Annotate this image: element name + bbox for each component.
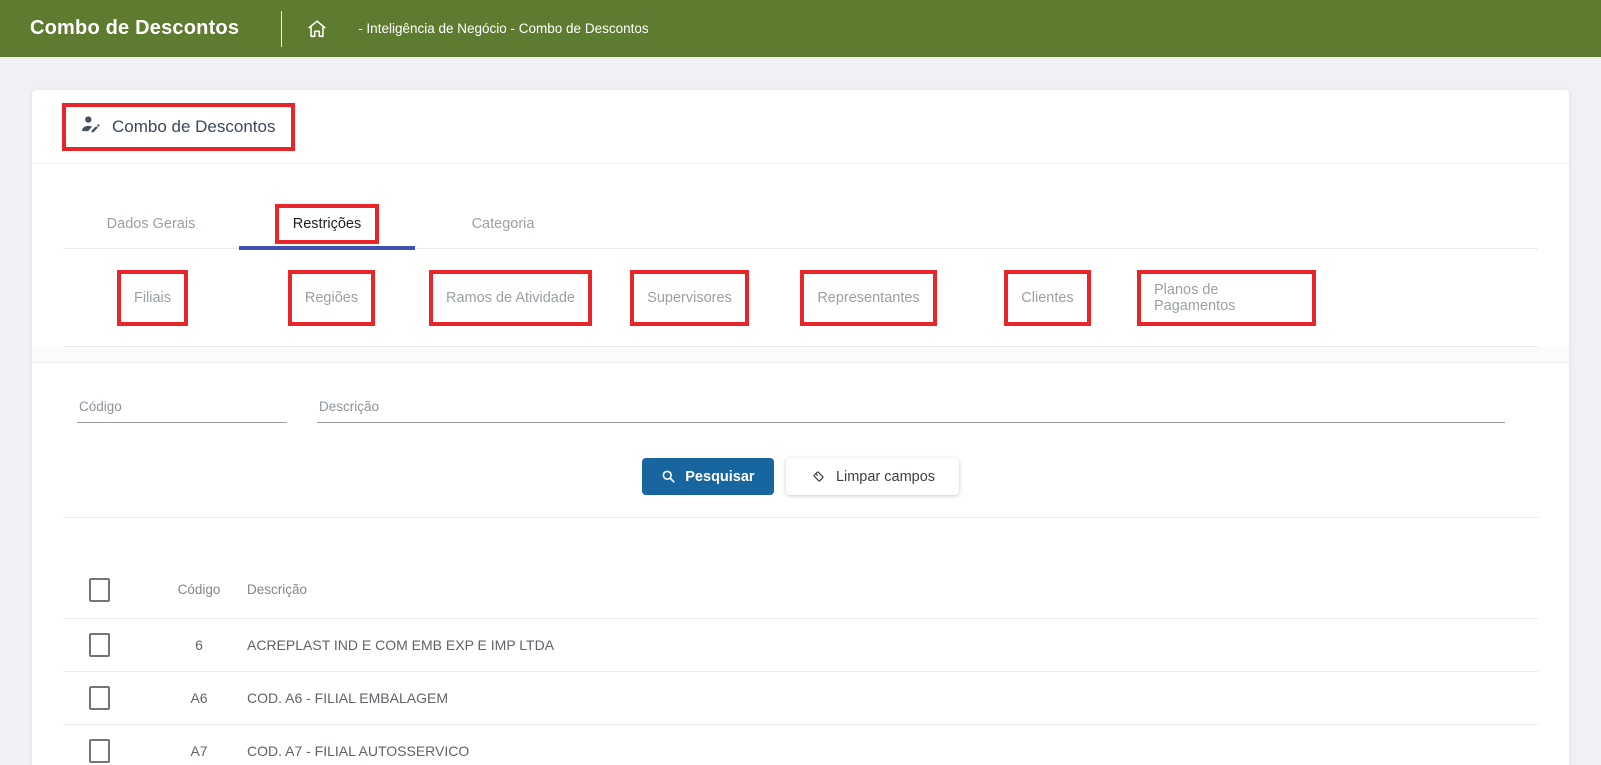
- subtab-label: Planos de Pagamentos: [1154, 282, 1236, 314]
- subtab-representantes[interactable]: Representantes: [779, 270, 958, 326]
- row-checkbox[interactable]: [89, 686, 110, 710]
- annotation-box-card-title: Combo de Descontos: [62, 103, 296, 151]
- subtab-filiais[interactable]: Filiais: [63, 270, 242, 326]
- eraser-icon: [810, 468, 827, 485]
- search-icon: [661, 469, 676, 484]
- row-descricao: ACREPLAST IND E COM EMB EXP E IMP LTDA: [247, 637, 555, 653]
- tab-label: Dados Gerais: [106, 216, 196, 232]
- subtab-planos-de-pagamentos[interactable]: Planos de Pagamentos: [1137, 270, 1316, 326]
- table-row[interactable]: 6 ACREPLAST IND E COM EMB EXP E IMP LTDA: [63, 618, 1538, 671]
- clear-fields-button-label: Limpar campos: [835, 468, 936, 485]
- search-button[interactable]: Pesquisar: [641, 458, 774, 495]
- clear-fields-button[interactable]: Limpar campos: [785, 458, 960, 495]
- tab-dados-gerais[interactable]: Dados Gerais: [63, 200, 239, 248]
- card-title: Combo de Descontos: [112, 117, 276, 136]
- breadcrumb: - Inteligência de Negócio - Combo de Des…: [358, 21, 649, 36]
- table-header-row: Código Descrição: [63, 561, 1538, 618]
- home-icon[interactable]: [306, 18, 328, 40]
- row-descricao: COD. A6 - FILIAL EMBALAGEM: [247, 690, 448, 706]
- tab-label: Categoria: [471, 216, 535, 232]
- tab-bar: Dados Gerais Restrições Categoria: [63, 200, 1538, 250]
- select-all-checkbox[interactable]: [89, 577, 110, 602]
- subtab-label: Clientes: [1021, 290, 1074, 306]
- header-divider: [281, 10, 283, 47]
- row-descricao: COD. A7 - FILIAL AUTOSSERVICO: [247, 743, 470, 759]
- annotation-box-clientes: Clientes: [1004, 270, 1091, 326]
- subtab-ramos-de-atividade[interactable]: Ramos de Atividade: [421, 270, 600, 326]
- card-header: Combo de Descontos: [32, 90, 1569, 164]
- descricao-field-wrap: [317, 393, 1505, 423]
- subtab-bar: Filiais Regiões Ramos de Atividade Super…: [63, 249, 1538, 347]
- table-row[interactable]: A7 COD. A7 - FILIAL AUTOSSERVICO: [63, 724, 1538, 765]
- annotation-box-tab-restricoes: Restrições: [274, 204, 380, 244]
- row-checkbox[interactable]: [89, 739, 110, 763]
- person-edit-icon: [80, 114, 101, 140]
- subtab-clientes[interactable]: Clientes: [958, 270, 1137, 326]
- annotation-box-representantes: Representantes: [800, 270, 937, 326]
- subtab-label: Ramos de Atividade: [446, 290, 575, 306]
- codigo-column-header: Código: [177, 582, 221, 597]
- subtab-label: Representantes: [817, 290, 920, 306]
- filter-section: [77, 393, 1522, 423]
- search-button-label: Pesquisar: [685, 468, 755, 485]
- codigo-field-wrap: [77, 393, 287, 423]
- annotation-box-planos: Planos de Pagamentos: [1137, 270, 1316, 326]
- row-codigo: 6: [195, 637, 203, 653]
- subtab-label: Regiões: [304, 290, 359, 306]
- section-divider: [63, 517, 1538, 518]
- results-table: Código Descrição 6 ACREPLAST IND E COM E…: [63, 561, 1538, 765]
- tab-categoria[interactable]: Categoria: [415, 200, 591, 248]
- app-header: Combo de Descontos - Inteligência de Neg…: [0, 0, 1601, 57]
- active-tab-indicator: [239, 246, 415, 250]
- codigo-input[interactable]: [77, 393, 287, 423]
- annotation-box-regioes: Regiões: [287, 270, 376, 326]
- button-row: Pesquisar Limpar campos: [63, 458, 1538, 495]
- annotation-box-ramos: Ramos de Atividade: [429, 270, 592, 326]
- row-checkbox[interactable]: [89, 633, 110, 657]
- subtab-label: Filiais: [133, 290, 172, 306]
- annotation-box-filiais: Filiais: [116, 270, 189, 326]
- descricao-column-header: Descrição: [247, 582, 308, 597]
- descricao-input[interactable]: [317, 393, 1505, 423]
- subtab-supervisores[interactable]: Supervisores: [600, 270, 779, 326]
- tab-label: Restrições: [292, 216, 362, 232]
- row-codigo: A7: [190, 743, 208, 759]
- subtab-label: Supervisores: [647, 290, 732, 306]
- table-row[interactable]: A6 COD. A6 - FILIAL EMBALAGEM: [63, 671, 1538, 724]
- annotation-box-supervisores: Supervisores: [630, 270, 749, 326]
- subtab-footer-band: [32, 347, 1569, 363]
- app-title: Combo de Descontos: [30, 17, 240, 39]
- row-codigo: A6: [190, 690, 208, 706]
- main-card: Combo de Descontos Dados Gerais Restriçõ…: [32, 90, 1569, 765]
- subtab-regioes[interactable]: Regiões: [242, 270, 421, 326]
- tab-restricoes[interactable]: Restrições: [239, 200, 415, 250]
